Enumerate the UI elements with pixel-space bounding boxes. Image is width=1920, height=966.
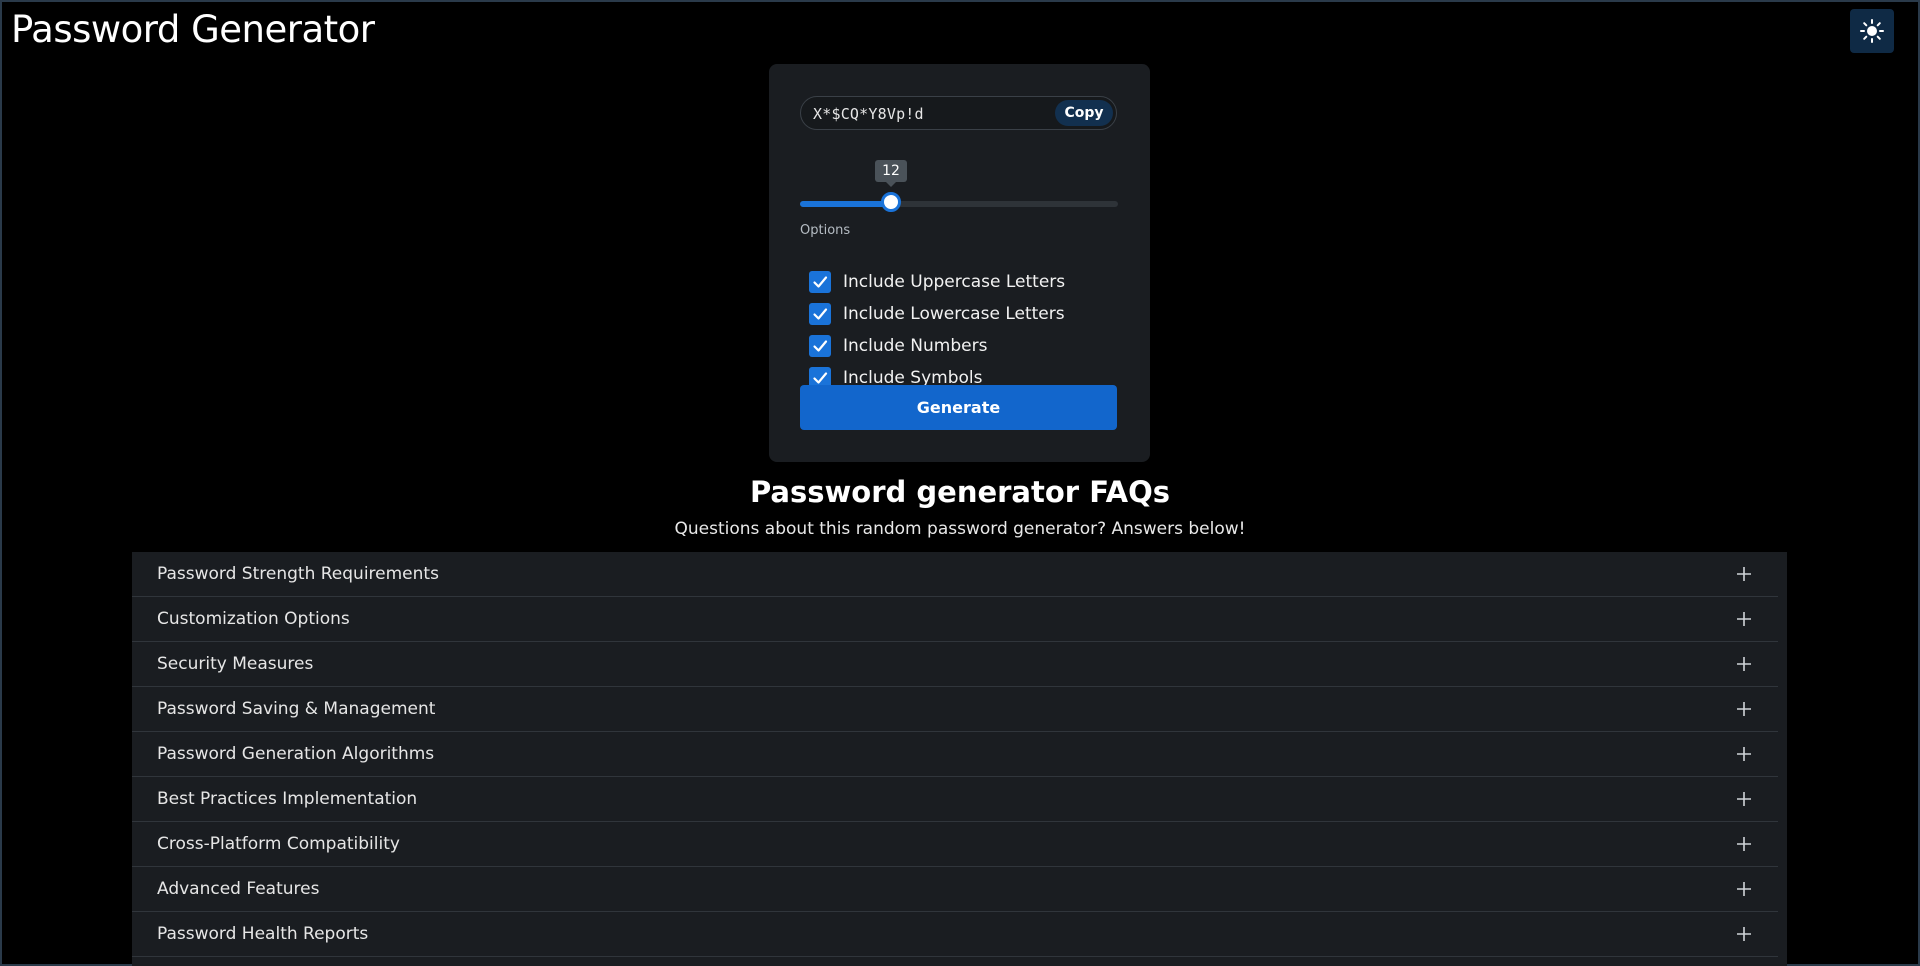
- plus-icon[interactable]: [1736, 791, 1752, 807]
- options-label: Options: [800, 223, 851, 238]
- password-value[interactable]: X*$CQ*Y8Vp!d: [813, 105, 924, 123]
- faq-item-advanced-features[interactable]: Advanced Features: [132, 867, 1778, 912]
- lowercase-checkbox[interactable]: [809, 303, 831, 325]
- plus-icon[interactable]: [1736, 701, 1752, 717]
- length-slider[interactable]: 12: [800, 160, 1118, 219]
- faq-item-label: Cross-Platform Compatibility: [157, 834, 400, 854]
- faq-item-algorithms[interactable]: Password Generation Algorithms: [132, 732, 1778, 777]
- faq-list: Password Strength Requirements Customiza…: [132, 552, 1787, 966]
- sun-icon: [1860, 19, 1884, 43]
- copy-button[interactable]: Copy: [1055, 100, 1113, 126]
- check-icon: [813, 276, 828, 288]
- slider-fill: [800, 201, 891, 207]
- option-label: Include Uppercase Letters: [843, 272, 1066, 292]
- faq-item-security[interactable]: Security Measures: [132, 642, 1778, 687]
- faq-item-label: Password Saving & Management: [157, 699, 436, 719]
- page: Password Generator X*$CQ*Y8Vp!d Copy 12 …: [0, 0, 1920, 966]
- plus-icon[interactable]: [1736, 881, 1752, 897]
- check-icon: [813, 340, 828, 352]
- check-icon: [813, 308, 828, 320]
- option-numbers[interactable]: Include Numbers: [809, 334, 987, 358]
- faq-subtitle: Questions about this random password gen…: [674, 519, 1246, 539]
- faq-item-label: Advanced Features: [157, 879, 320, 899]
- theme-toggle-button[interactable]: [1850, 9, 1894, 53]
- option-label: Include Lowercase Letters: [843, 304, 1065, 324]
- option-label: Include Numbers: [843, 336, 988, 356]
- option-lowercase[interactable]: Include Lowercase Letters: [809, 302, 1065, 326]
- page-title: Password Generator: [11, 8, 375, 51]
- plus-icon[interactable]: [1736, 836, 1752, 852]
- check-icon: [813, 372, 828, 384]
- faq-item-label: Security Measures: [157, 654, 314, 674]
- faq-item-label: Password Strength Requirements: [157, 564, 439, 584]
- faq-item-label: Customization Options: [157, 609, 350, 629]
- slider-thumb[interactable]: [881, 192, 901, 212]
- faq-item-label: Password Generation Algorithms: [157, 744, 435, 764]
- faq-item-health-reports[interactable]: Password Health Reports: [132, 912, 1778, 957]
- plus-icon[interactable]: [1736, 926, 1752, 942]
- faq-item-label: Password Health Reports: [157, 924, 369, 944]
- length-value-tooltip: 12: [875, 160, 907, 187]
- faq-item-cross-platform[interactable]: Cross-Platform Compatibility: [132, 822, 1778, 867]
- faq-item-saving-management[interactable]: Password Saving & Management: [132, 687, 1778, 732]
- plus-icon[interactable]: [1736, 566, 1752, 582]
- password-output[interactable]: X*$CQ*Y8Vp!d Copy: [800, 96, 1117, 130]
- generate-button[interactable]: Generate: [800, 385, 1117, 430]
- uppercase-checkbox[interactable]: [809, 271, 831, 293]
- plus-icon[interactable]: [1736, 611, 1752, 627]
- numbers-checkbox[interactable]: [809, 335, 831, 357]
- faq-item-label: Best Practices Implementation: [157, 789, 418, 809]
- faq-item-customization[interactable]: Customization Options: [132, 597, 1778, 642]
- generator-card: X*$CQ*Y8Vp!d Copy 12 Options Include Upp…: [769, 64, 1150, 462]
- plus-icon[interactable]: [1736, 656, 1752, 672]
- option-uppercase[interactable]: Include Uppercase Letters: [809, 270, 1065, 294]
- faq-item-password-strength[interactable]: Password Strength Requirements: [132, 552, 1778, 597]
- faq-item-best-practices[interactable]: Best Practices Implementation: [132, 777, 1778, 822]
- faq-title: Password generator FAQs: [749, 475, 1171, 509]
- plus-icon[interactable]: [1736, 746, 1752, 762]
